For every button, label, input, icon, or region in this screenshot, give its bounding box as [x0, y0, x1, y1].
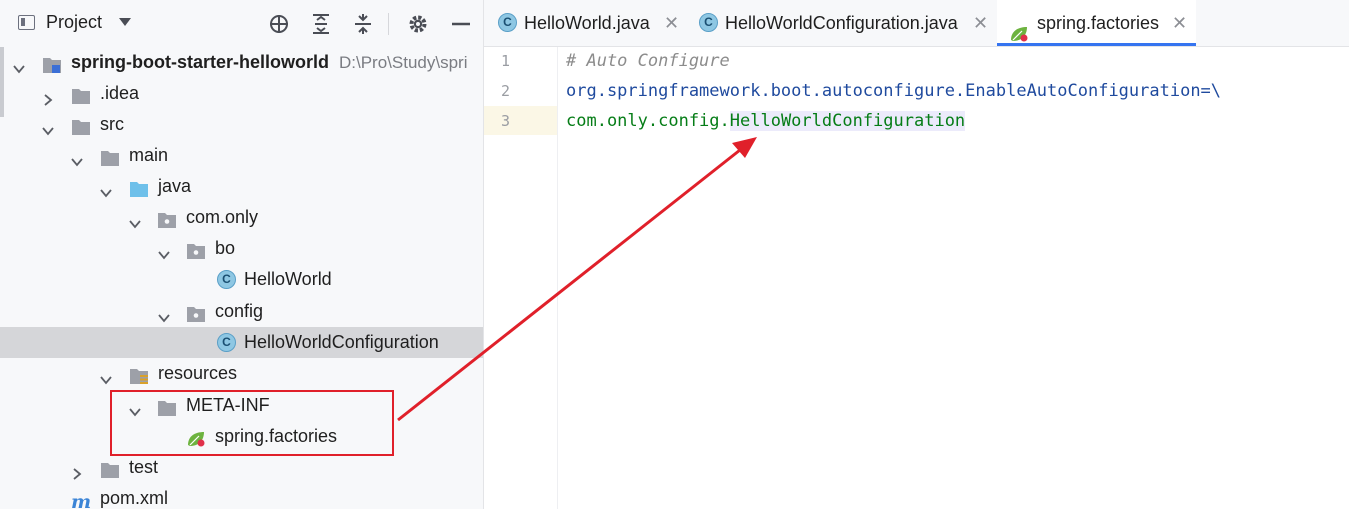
chevron-down-icon[interactable]: [99, 179, 113, 198]
package-icon: [157, 208, 177, 228]
tree-node-label: test: [129, 457, 159, 477]
panel-header: Project: [0, 0, 483, 47]
line-number: 1: [500, 52, 510, 70]
chevron-down-icon[interactable]: [70, 148, 84, 167]
close-icon[interactable]: ✕: [664, 0, 679, 46]
minimize-icon[interactable]: [449, 12, 473, 36]
source-folder-icon: [129, 177, 149, 197]
module-folder-icon: [42, 53, 62, 73]
spring-leaf-icon: [1009, 14, 1029, 42]
tree-node-helloworld[interactable]: C HelloWorld: [0, 264, 483, 295]
tab-helloworldconfiguration-java[interactable]: C HelloWorldConfiguration.java ✕: [685, 0, 996, 46]
tab-spring-factories[interactable]: spring.factories ✕: [997, 0, 1196, 46]
code-line-2[interactable]: org.springframework.boot.autoconfigure.E…: [566, 81, 1221, 101]
tab-label: HelloWorldConfiguration.java: [725, 13, 958, 33]
locate-icon[interactable]: [267, 12, 291, 36]
tree-node-label: bo: [215, 238, 236, 258]
header-separator: [388, 13, 389, 35]
tree-node-test[interactable]: test: [0, 452, 483, 483]
chevron-down-icon[interactable]: [119, 18, 131, 26]
tree-node-label: pom.xml: [100, 488, 169, 508]
chevron-down-icon[interactable]: [128, 210, 142, 229]
tree-node-label: META-INF: [186, 395, 270, 415]
chevron-down-icon[interactable]: [157, 304, 171, 323]
tab-label: spring.factories: [1037, 13, 1160, 33]
tree-node-label: .idea: [100, 83, 140, 103]
close-icon[interactable]: ✕: [1172, 0, 1187, 46]
tree-node-java[interactable]: java: [0, 171, 483, 202]
tree-node-src[interactable]: src: [0, 109, 483, 140]
folder-icon: [71, 84, 91, 104]
tree-node-label: spring.factories: [215, 426, 338, 446]
maven-icon: m: [71, 489, 91, 509]
tree-node-label: config: [215, 301, 264, 321]
chevron-down-icon[interactable]: [128, 398, 142, 417]
editor-tab-bar: C HelloWorld.java ✕ C HelloWorldConfigur…: [484, 0, 1349, 47]
java-class-icon: C: [498, 13, 517, 32]
folder-icon: [71, 115, 91, 135]
line-number: 2: [500, 82, 510, 100]
chevron-down-icon[interactable]: [99, 366, 113, 385]
highlighted-class-reference[interactable]: HelloWorldConfiguration: [729, 111, 966, 131]
package-icon: [186, 302, 206, 322]
tree-node-bo[interactable]: bo: [0, 233, 483, 264]
tree-node-label: HelloWorldConfiguration: [244, 332, 439, 352]
code-text: com.only.config.: [566, 111, 730, 131]
tab-helloworld-java[interactable]: C HelloWorld.java ✕: [484, 0, 684, 46]
tree-node-label: spring-boot-starter-helloworld: [71, 52, 329, 72]
tree-node-resources[interactable]: resources: [0, 358, 483, 389]
tab-label: HelloWorld.java: [524, 13, 650, 33]
project-view-icon[interactable]: [18, 15, 35, 30]
package-icon: [186, 239, 206, 259]
folder-icon: [100, 146, 120, 166]
java-class-icon: C: [217, 270, 236, 289]
chevron-down-icon[interactable]: [41, 117, 55, 136]
project-panel: Project spring-boot-starter-helloworld D…: [0, 0, 484, 509]
chevron-down-icon[interactable]: [12, 55, 26, 74]
tree-node-meta-inf[interactable]: META-INF: [0, 390, 483, 421]
tree-node-config[interactable]: config: [0, 296, 483, 327]
close-icon[interactable]: ✕: [973, 0, 988, 46]
tree-node-label: resources: [158, 363, 238, 383]
svg-text:m: m: [71, 492, 91, 509]
tree-node-label: com.only: [186, 207, 259, 227]
tree-node-path: D:\Pro\Study\spri: [339, 53, 468, 72]
line-number: 3: [500, 112, 510, 130]
line-number-gutter: 1 2 3: [484, 47, 558, 509]
code-line-3[interactable]: com.only.config.HelloWorldConfiguration: [566, 111, 966, 131]
tree-node-helloworld-configuration[interactable]: C HelloWorldConfiguration: [0, 327, 483, 358]
expand-all-icon[interactable]: [309, 12, 333, 36]
chevron-right-icon[interactable]: [70, 460, 84, 480]
tree-node-label: src: [100, 114, 124, 134]
code-line-1[interactable]: # Auto Configure: [566, 51, 730, 71]
panel-title[interactable]: Project: [46, 12, 102, 33]
editor-area: C HelloWorld.java ✕ C HelloWorldConfigur…: [484, 0, 1349, 509]
spring-leaf-icon: [186, 427, 206, 447]
gear-icon[interactable]: [406, 12, 430, 36]
chevron-right-icon[interactable]: [41, 86, 55, 106]
tree-node-spring-factories[interactable]: spring.factories: [0, 421, 483, 452]
tree-node-label: main: [129, 145, 169, 165]
java-class-icon: C: [699, 13, 718, 32]
tree-node-label: HelloWorld: [244, 269, 332, 289]
tree-node-pom[interactable]: m pom.xml: [0, 483, 483, 509]
tree-node-com-only[interactable]: com.only: [0, 202, 483, 233]
tree-node-idea[interactable]: .idea: [0, 78, 483, 109]
tree-node-main[interactable]: main: [0, 140, 483, 171]
folder-icon: [100, 458, 120, 478]
chevron-down-icon[interactable]: [157, 241, 171, 260]
folder-icon: [157, 396, 177, 416]
tree-node-label: java: [158, 176, 192, 196]
java-class-icon: C: [217, 333, 236, 352]
collapse-all-icon[interactable]: [351, 12, 375, 36]
tree-node-root[interactable]: spring-boot-starter-helloworld D:\Pro\St…: [0, 47, 483, 78]
resources-folder-icon: [129, 364, 149, 384]
